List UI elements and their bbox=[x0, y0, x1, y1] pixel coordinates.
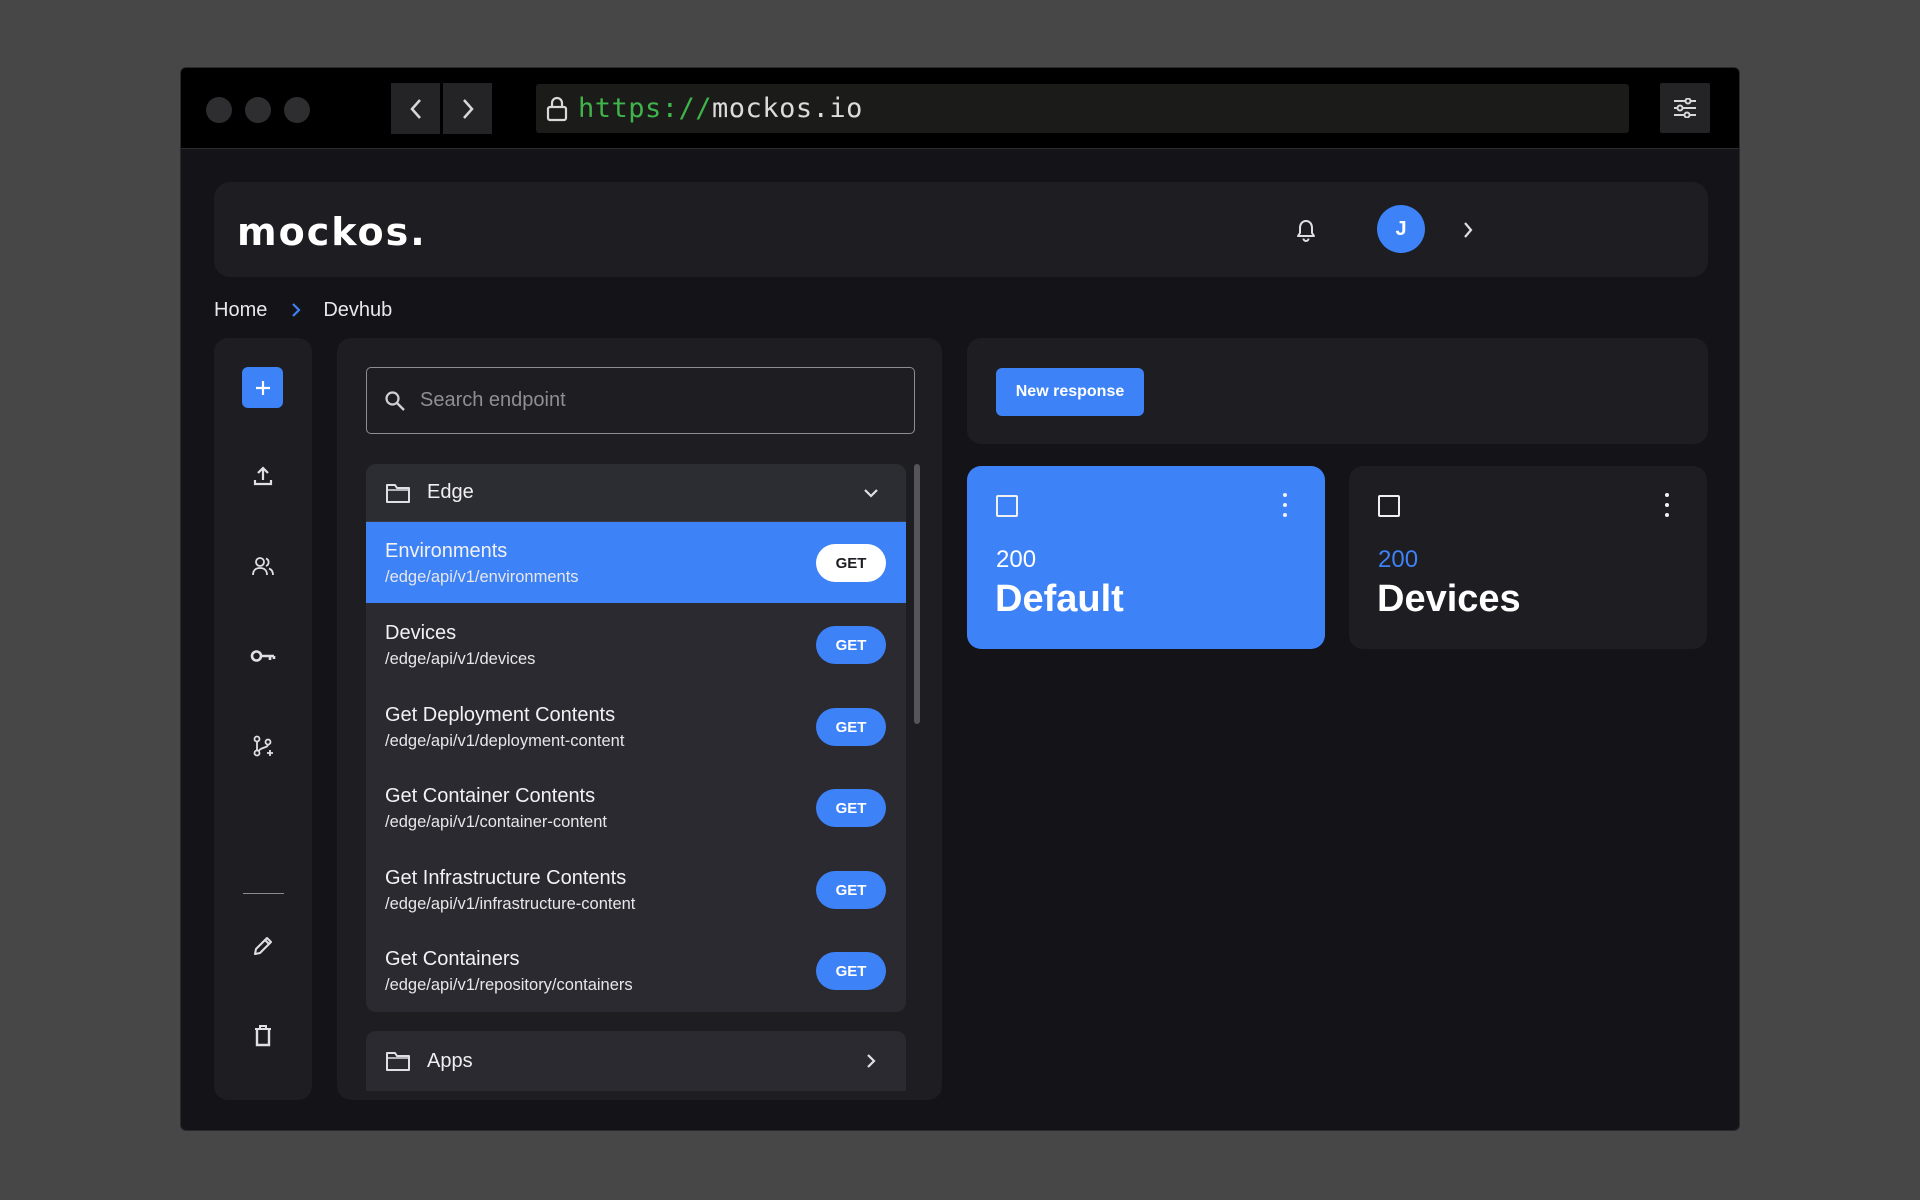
chevron-right-icon bbox=[867, 1054, 876, 1068]
chevron-right-icon bbox=[1464, 222, 1473, 238]
git-branch-add-icon bbox=[253, 735, 273, 757]
more-options-icon[interactable] bbox=[1279, 490, 1291, 520]
response-name: Devices bbox=[1377, 578, 1521, 620]
key-icon bbox=[250, 650, 276, 662]
breadcrumb-current: Devhub bbox=[323, 298, 393, 321]
endpoint-name: Environments bbox=[385, 540, 508, 562]
endpoint-path: /edge/api/v1/container-content bbox=[385, 813, 607, 831]
endpoint-item-containers[interactable]: Get Containers /edge/api/v1/repository/c… bbox=[366, 930, 906, 1011]
response-checkbox[interactable] bbox=[1378, 495, 1400, 517]
endpoint-item-infrastructure-contents[interactable]: Get Infrastructure Contents /edge/api/v1… bbox=[366, 849, 906, 930]
window-minimize-dot[interactable] bbox=[245, 97, 271, 123]
upload-icon bbox=[253, 466, 273, 486]
response-status-code: 200 bbox=[1378, 546, 1419, 573]
response-card-default[interactable]: 200 Default bbox=[967, 466, 1325, 649]
endpoint-group-edge: Edge Environments /edge/api/v1/environme… bbox=[366, 464, 906, 1012]
breadcrumb-separator bbox=[291, 302, 301, 318]
method-badge: GET bbox=[816, 544, 886, 582]
method-badge: GET bbox=[816, 626, 886, 664]
method-badge: GET bbox=[816, 871, 886, 909]
group-header-edge[interactable]: Edge bbox=[366, 464, 906, 522]
endpoint-path: /edge/api/v1/devices bbox=[385, 650, 536, 668]
endpoint-name: Get Infrastructure Contents bbox=[385, 867, 627, 889]
trash-icon bbox=[255, 1025, 271, 1047]
breadcrumb-home[interactable]: Home bbox=[214, 299, 267, 322]
endpoint-item-environments[interactable]: Environments /edge/api/v1/environments G… bbox=[366, 522, 906, 603]
scrollbar-thumb[interactable] bbox=[914, 464, 920, 724]
endpoint-item-container-contents[interactable]: Get Container Contents /edge/api/v1/cont… bbox=[366, 767, 906, 848]
endpoint-name: Get Deployment Contents bbox=[385, 704, 616, 726]
endpoint-path: /edge/api/v1/infrastructure-content bbox=[385, 895, 636, 913]
edit-button[interactable] bbox=[242, 925, 284, 967]
branch-button[interactable] bbox=[242, 725, 284, 767]
back-button[interactable] bbox=[391, 83, 440, 134]
plus-icon bbox=[255, 380, 270, 395]
response-name: Default bbox=[995, 578, 1124, 620]
team-button[interactable] bbox=[242, 545, 284, 587]
notifications-button[interactable] bbox=[1288, 212, 1324, 248]
endpoint-name: Get Container Contents bbox=[385, 785, 596, 807]
window-close-dot[interactable] bbox=[206, 97, 232, 123]
response-card-devices[interactable]: 200 Devices bbox=[1349, 466, 1707, 649]
chevron-left-icon bbox=[409, 98, 421, 119]
more-options-icon[interactable] bbox=[1661, 490, 1673, 520]
app-header: mockos. J bbox=[214, 182, 1708, 277]
endpoint-path: /edge/api/v1/deployment-content bbox=[385, 732, 625, 750]
search-input[interactable] bbox=[420, 389, 900, 412]
delete-button[interactable] bbox=[242, 1015, 284, 1057]
chevron-right-icon bbox=[292, 303, 301, 317]
browser-window: https://mockos.io mockos. J Home Devhub … bbox=[180, 67, 1740, 1131]
endpoint-list-panel: Edge Environments /edge/api/v1/environme… bbox=[337, 338, 942, 1100]
endpoint-path: /edge/api/v1/environments bbox=[385, 568, 579, 586]
responses-toolbar: New response bbox=[967, 338, 1708, 444]
user-avatar[interactable]: J bbox=[1377, 205, 1425, 253]
endpoint-item-devices[interactable]: Devices /edge/api/v1/devices GET bbox=[366, 604, 906, 685]
group-title: Apps bbox=[427, 1049, 473, 1072]
add-endpoint-button[interactable] bbox=[242, 367, 283, 408]
sliders-icon bbox=[1674, 98, 1696, 118]
method-badge: GET bbox=[816, 952, 886, 990]
upload-button[interactable] bbox=[242, 455, 284, 497]
url-text: https://mockos.io bbox=[578, 93, 863, 124]
folder-icon bbox=[386, 1052, 410, 1071]
breadcrumb: Home Devhub bbox=[214, 295, 392, 325]
browser-settings-button[interactable] bbox=[1660, 83, 1710, 133]
list-scrollbar[interactable] bbox=[912, 464, 921, 1076]
chevron-down-icon bbox=[864, 489, 878, 498]
window-maximize-dot[interactable] bbox=[284, 97, 310, 123]
method-badge: GET bbox=[816, 789, 886, 827]
folder-icon bbox=[386, 483, 410, 503]
api-keys-button[interactable] bbox=[242, 635, 284, 677]
endpoint-path: /edge/api/v1/repository/containers bbox=[385, 976, 633, 994]
pencil-icon bbox=[254, 937, 272, 955]
endpoint-name: Get Containers bbox=[385, 948, 520, 970]
response-status-code: 200 bbox=[996, 546, 1037, 573]
rail-divider bbox=[243, 893, 284, 894]
endpoint-name: Devices bbox=[385, 622, 457, 644]
users-icon bbox=[252, 557, 274, 576]
lock-icon bbox=[546, 96, 568, 121]
chevron-right-icon bbox=[462, 98, 474, 119]
bell-icon bbox=[1297, 220, 1315, 242]
address-bar[interactable]: https://mockos.io bbox=[536, 84, 1629, 133]
endpoint-item-deployment-contents[interactable]: Get Deployment Contents /edge/api/v1/dep… bbox=[366, 686, 906, 767]
forward-button[interactable] bbox=[443, 83, 492, 134]
method-badge: GET bbox=[816, 708, 886, 746]
response-checkbox[interactable] bbox=[996, 495, 1018, 517]
browser-chrome: https://mockos.io bbox=[181, 68, 1739, 149]
endpoint-group-apps[interactable]: Apps bbox=[366, 1031, 906, 1091]
app-logo[interactable]: mockos. bbox=[237, 210, 427, 254]
search-icon bbox=[385, 390, 405, 411]
new-response-button[interactable]: New response bbox=[996, 368, 1144, 416]
user-menu-expand-button[interactable] bbox=[1450, 212, 1486, 248]
tool-rail bbox=[214, 338, 312, 1100]
search-field[interactable] bbox=[366, 367, 915, 434]
group-title: Edge bbox=[427, 481, 474, 503]
